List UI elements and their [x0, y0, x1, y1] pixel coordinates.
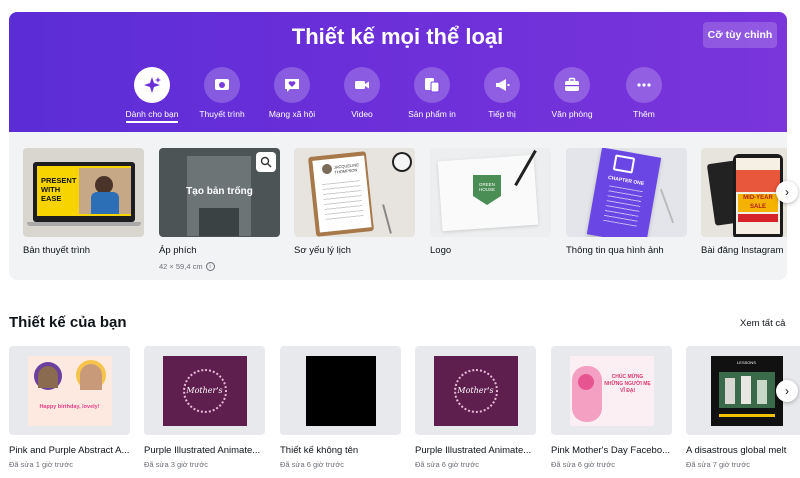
print-products-icon — [414, 67, 450, 103]
category-label: Tiếp thị — [488, 109, 516, 119]
design-edited-time: Đã sửa 6 giờ trước — [415, 460, 480, 469]
category-bar: Dành cho bạn Thuyết trình Mạng xã hội Vi… — [0, 67, 800, 123]
design-edited-time: Đã sửa 3 giờ trước — [144, 460, 209, 469]
category-label: Mạng xã hội — [268, 109, 316, 119]
video-camera-icon — [344, 67, 380, 103]
design-card[interactable]: LESSONS A disastrous global melt Đã sửa … — [686, 346, 800, 469]
template-thumbnail: PRESENT WITH EASE — [23, 148, 144, 237]
design-thumbnail: Mother's — [144, 346, 265, 435]
info-icon[interactable]: i — [205, 262, 215, 271]
template-card-presentation[interactable]: PRESENT WITH EASE Bản thuyết trình — [23, 148, 144, 256]
thumb-text: Happy birthday, lovely! — [39, 403, 100, 410]
design-edited-time: Đã sửa 6 giờ trước — [280, 460, 345, 469]
sparkle-icon — [134, 67, 170, 103]
heart-chat-icon — [274, 67, 310, 103]
template-card-infographic[interactable]: CHAPTER ONE Thông tin qua hình ảnh — [566, 148, 687, 256]
category-more[interactable]: Thêm — [604, 67, 684, 119]
design-thumbnail: Happy birthday, lovely! — [9, 346, 130, 435]
design-edited-time: Đã sửa 6 giờ trước — [551, 460, 616, 469]
section-title: Thiết kế của bạn — [9, 314, 127, 331]
custom-size-button[interactable]: Cỡ tùy chỉnh — [703, 22, 777, 48]
thumb-text: CHÚC MỪNG NHỮNG NGƯỜI MẸ VĨ ĐẠI — [604, 373, 651, 394]
thumb-text: GREEN HOUSE — [478, 182, 495, 192]
thumb-text: Mother's — [186, 386, 223, 395]
template-label: Áp phích — [159, 245, 197, 256]
template-card-resume[interactable]: JACQUELINE THOMPSON Sơ yếu lý lịch — [294, 148, 415, 256]
template-label: Logo — [430, 245, 452, 256]
template-thumbnail: MID-YEAR SALE — [701, 148, 787, 237]
template-thumbnail: GREEN HOUSE — [430, 148, 551, 237]
template-label: Sơ yếu lý lịch — [294, 245, 351, 256]
category-print-products[interactable]: Sản phẩm in — [392, 67, 472, 119]
category-label: Dành cho bạn — [125, 109, 179, 123]
design-title: Thiết kế không tên — [280, 445, 359, 456]
category-label: Sản phẩm in — [408, 109, 456, 119]
category-label: Văn phòng — [551, 109, 593, 119]
design-thumbnail: CHÚC MỪNG NHỮNG NGƯỜI MẸ VĨ ĐẠI — [551, 346, 672, 435]
category-presentations[interactable]: Thuyết trình — [182, 67, 262, 119]
search-icon[interactable] — [256, 152, 276, 172]
templates-next-button[interactable]: › — [776, 181, 798, 203]
hover-create-blank[interactable]: Tạo bản trống — [159, 186, 280, 197]
see-all-link[interactable]: Xem tất cả — [740, 318, 785, 329]
template-thumbnail: JACQUELINE THOMPSON — [294, 148, 415, 237]
template-thumbnail: Tạo bản trống — [159, 148, 280, 237]
design-card[interactable]: Thiết kế không tên Đã sửa 6 giờ trước — [280, 346, 401, 469]
template-panel: PRESENT WITH EASE Bản thuyết trình Tạo b… — [9, 132, 787, 280]
category-social-media[interactable]: Mạng xã hội — [252, 67, 332, 119]
template-label: Bài đăng Instagram — [701, 245, 784, 256]
category-label: Thêm — [633, 109, 655, 119]
template-card-instagram[interactable]: MID-YEAR SALE Bài đăng Instagram — [701, 148, 787, 256]
design-card[interactable]: Mother's Purple Illustrated Animate... Đ… — [415, 346, 536, 469]
chevron-right-icon: › — [785, 185, 789, 199]
category-label: Thuyết trình — [199, 109, 245, 119]
template-size: 42 × 59,4 cm i — [159, 262, 280, 271]
template-label: Bản thuyết trình — [23, 245, 91, 256]
template-thumbnail: CHAPTER ONE — [566, 148, 687, 237]
template-card-poster[interactable]: Tạo bản trống Áp phích 42 × 59,4 cm i — [159, 148, 280, 271]
design-card[interactable]: CHÚC MỪNG NHỮNG NGƯỜI MẸ VĨ ĐẠI Pink Mot… — [551, 346, 672, 469]
category-for-you[interactable]: Dành cho bạn — [112, 67, 192, 123]
chevron-right-icon: › — [785, 384, 789, 398]
thumb-text: LESSONS — [737, 359, 756, 365]
hero-title: Thiết kế mọi thể loại — [291, 24, 504, 49]
template-dimensions: 42 × 59,4 cm — [159, 262, 203, 271]
category-video[interactable]: Video — [322, 67, 402, 119]
design-edited-time: Đã sửa 1 giờ trước — [9, 460, 74, 469]
design-title: Purple Illustrated Animate... — [415, 445, 532, 456]
more-dots-icon — [626, 67, 662, 103]
briefcase-icon — [554, 67, 590, 103]
category-label: Video — [351, 109, 373, 119]
design-title: Purple Illustrated Animate... — [144, 445, 261, 456]
thumb-text: Mother's — [457, 386, 494, 395]
thumb-text: PRESENT WITH EASE — [41, 176, 77, 203]
template-card-logo[interactable]: GREEN HOUSE Logo — [430, 148, 551, 256]
megaphone-icon — [484, 67, 520, 103]
design-card[interactable]: Happy birthday, lovely! Pink and Purple … — [9, 346, 130, 469]
design-title: Pink Mother's Day Facebo... — [551, 445, 671, 456]
design-card[interactable]: Mother's Purple Illustrated Animate... Đ… — [144, 346, 265, 469]
design-thumbnail — [280, 346, 401, 435]
category-marketing[interactable]: Tiếp thị — [462, 67, 542, 119]
category-office[interactable]: Văn phòng — [532, 67, 612, 119]
template-label: Thông tin qua hình ảnh — [566, 245, 664, 256]
design-edited-time: Đã sửa 7 giờ trước — [686, 460, 751, 469]
thumb-text: MID-YEAR SALE — [738, 194, 778, 212]
design-title: A disastrous global melt — [686, 445, 787, 456]
presentation-icon — [204, 67, 240, 103]
design-thumbnail: Mother's — [415, 346, 536, 435]
designs-next-button[interactable]: › — [776, 380, 798, 402]
design-title: Pink and Purple Abstract A... — [9, 445, 130, 456]
